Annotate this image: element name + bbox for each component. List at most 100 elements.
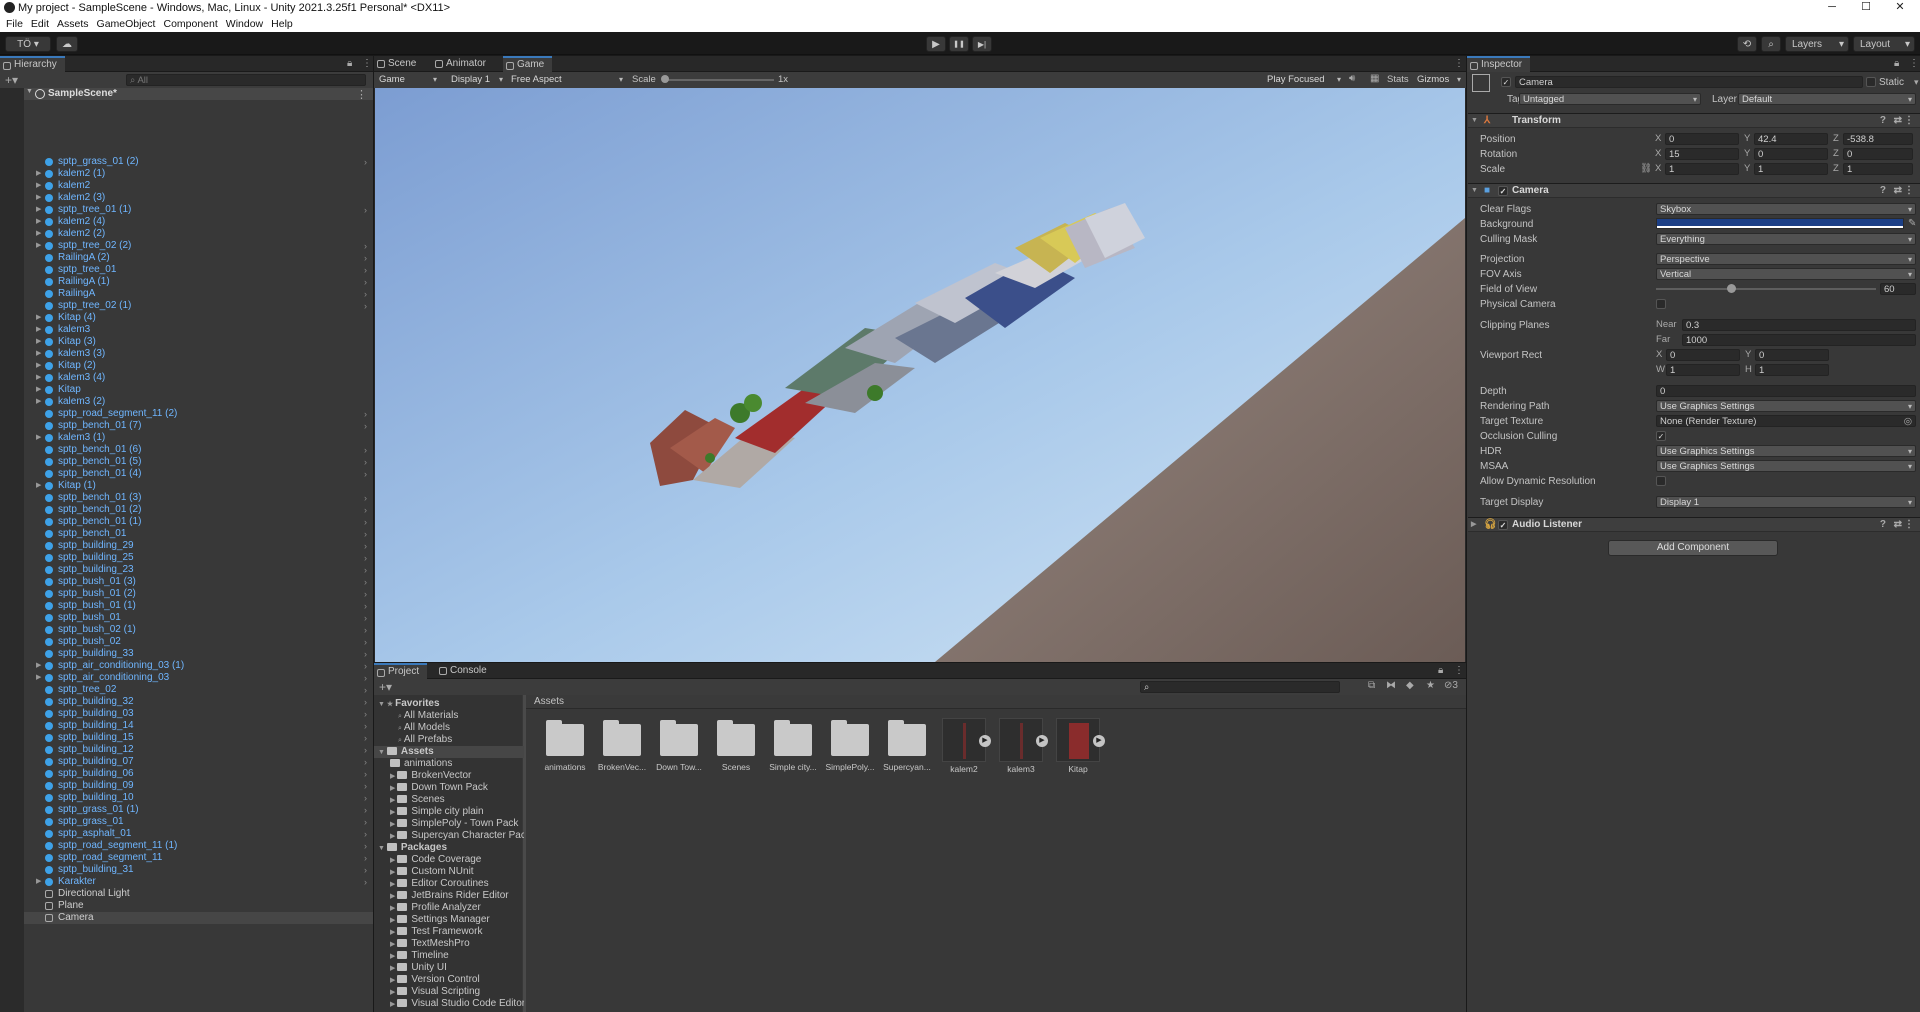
- hierarchy-item[interactable]: ▶ Kitap (2): [24, 360, 373, 372]
- favorite-item[interactable]: ⌕ All Prefabs: [398, 734, 524, 746]
- hierarchy-item[interactable]: sptp_building_31 ›: [24, 864, 373, 876]
- chevron-right-icon[interactable]: ›: [364, 696, 367, 708]
- package-folder[interactable]: ▶ TextMeshPro: [390, 938, 524, 950]
- package-folder[interactable]: ▶ Test Framework: [390, 926, 524, 938]
- search-icon[interactable]: ⌕: [1761, 36, 1781, 52]
- chevron-right-icon[interactable]: ›: [364, 408, 367, 420]
- chevron-right-icon[interactable]: ›: [364, 648, 367, 660]
- hierarchy-item[interactable]: ▶ kalem2: [24, 180, 373, 192]
- chevron-right-icon[interactable]: ›: [364, 744, 367, 756]
- layout-dropdown[interactable]: Layout ▾: [1853, 36, 1915, 52]
- asset-folder-item[interactable]: BrokenVec...: [595, 720, 649, 772]
- expand-arrow-icon[interactable]: ▶: [390, 941, 397, 948]
- hierarchy-item[interactable]: RailingA (2) ›: [24, 252, 373, 264]
- expand-arrow-icon[interactable]: ▶: [390, 905, 397, 912]
- help-icon[interactable]: ?: [1880, 114, 1886, 128]
- tab-game[interactable]: Game: [503, 56, 553, 72]
- hierarchy-item[interactable]: ▶ Kitap: [24, 384, 373, 396]
- preset-icon[interactable]: ⇄: [1894, 114, 1902, 128]
- position-x-input[interactable]: 0: [1665, 133, 1739, 145]
- expand-arrow-icon[interactable]: ▶: [36, 216, 41, 228]
- expand-arrow-icon[interactable]: ▶: [36, 660, 41, 672]
- hierarchy-item[interactable]: sptp_building_25 ›: [24, 552, 373, 564]
- chevron-right-icon[interactable]: ›: [364, 276, 367, 288]
- dynamic-resolution-checkbox[interactable]: [1656, 476, 1666, 486]
- package-folder[interactable]: ▶ Profile Analyzer: [390, 902, 524, 914]
- hierarchy-item[interactable]: sptp_road_segment_11 (2) ›: [24, 408, 373, 420]
- expand-arrow-icon[interactable]: ▶: [36, 324, 41, 336]
- package-folder[interactable]: ▶ JetBrains Rider Editor: [390, 890, 524, 902]
- asset-prefab-item[interactable]: ▶ kalem3: [994, 718, 1048, 774]
- rendering-path-dropdown[interactable]: Use Graphics Settings: [1656, 400, 1916, 412]
- expand-arrow-icon[interactable]: ▶: [36, 480, 41, 492]
- menu-component[interactable]: Component: [163, 18, 217, 30]
- asset-folder[interactable]: ▶ Simple city plain: [390, 806, 524, 818]
- hierarchy-item[interactable]: sptp_building_09 ›: [24, 780, 373, 792]
- expand-arrow-icon[interactable]: ▶: [390, 965, 397, 972]
- hierarchy-item[interactable]: sptp_bush_01 ›: [24, 612, 373, 624]
- expand-arrow-icon[interactable]: ▶: [36, 360, 41, 372]
- chevron-right-icon[interactable]: ›: [364, 504, 367, 516]
- play-button[interactable]: ▶: [926, 36, 946, 52]
- chevron-right-icon[interactable]: ›: [364, 540, 367, 552]
- play-focused-dropdown[interactable]: Play Focused: [1264, 74, 1344, 86]
- projection-dropdown[interactable]: Perspective: [1656, 253, 1916, 265]
- add-object-button[interactable]: +▾: [5, 73, 18, 87]
- hierarchy-item[interactable]: ▶ kalem2 (4): [24, 216, 373, 228]
- chevron-right-icon[interactable]: ›: [364, 684, 367, 696]
- audio-listener-header[interactable]: ▶ 🎧︎ ✓ Audio Listener ? ⇄ ⋮: [1468, 517, 1920, 532]
- axis-y-label[interactable]: Y: [1744, 148, 1750, 160]
- position-z-input[interactable]: -538.8: [1843, 133, 1913, 145]
- expand-arrow-icon[interactable]: ▶: [36, 168, 41, 180]
- expand-arrow-icon[interactable]: ▶: [36, 396, 41, 408]
- hierarchy-item[interactable]: sptp_building_07 ›: [24, 756, 373, 768]
- assets-root[interactable]: ▼ Assets: [374, 746, 524, 758]
- expand-arrow-icon[interactable]: ▶: [36, 384, 41, 396]
- scale-slider-handle[interactable]: [661, 75, 669, 83]
- hierarchy-item[interactable]: sptp_bush_01 (3) ›: [24, 576, 373, 588]
- step-button[interactable]: ▶|: [972, 36, 992, 52]
- hierarchy-item[interactable]: ▶ sptp_air_conditioning_03 (1) ›: [24, 660, 373, 672]
- hierarchy-item[interactable]: sptp_grass_01 (1) ›: [24, 804, 373, 816]
- hierarchy-item[interactable]: sptp_building_03 ›: [24, 708, 373, 720]
- hierarchy-item[interactable]: sptp_bench_01 (4) ›: [24, 468, 373, 480]
- transform-header[interactable]: ▼ ⅄ Transform ? ⇄ ⋮: [1468, 113, 1920, 128]
- expand-arrow-icon[interactable]: ▼: [26, 88, 33, 95]
- tab-console[interactable]: Console: [436, 663, 495, 679]
- play-icon[interactable]: ▶: [1093, 735, 1105, 747]
- expand-arrow-icon[interactable]: ▶: [36, 228, 41, 240]
- msaa-dropdown[interactable]: Use Graphics Settings: [1656, 460, 1916, 472]
- chevron-right-icon[interactable]: ›: [364, 600, 367, 612]
- expand-arrow-icon[interactable]: ▶: [36, 312, 41, 324]
- asset-folder[interactable]: ▶ Scenes: [390, 794, 524, 806]
- scale-z-input[interactable]: 1: [1843, 163, 1913, 175]
- rotation-z-input[interactable]: 0: [1843, 148, 1913, 160]
- asset-folder-item[interactable]: Down Tow...: [652, 720, 706, 772]
- layer-dropdown[interactable]: Default: [1738, 93, 1916, 105]
- hierarchy-item[interactable]: sptp_grass_01 (2) ›: [24, 156, 373, 168]
- expand-arrow-icon[interactable]: ▼: [378, 749, 387, 756]
- asset-folder-item[interactable]: animations: [538, 720, 592, 772]
- package-folder[interactable]: ▶ Settings Manager: [390, 914, 524, 926]
- chevron-right-icon[interactable]: ›: [364, 156, 367, 168]
- hidden-packages-icon[interactable]: ⊘3: [1444, 680, 1458, 691]
- scale-slider[interactable]: [664, 79, 774, 81]
- asset-folder-item[interactable]: Scenes: [709, 720, 763, 772]
- chevron-right-icon[interactable]: ›: [364, 492, 367, 504]
- expand-arrow-icon[interactable]: ▼ ★: [378, 701, 395, 708]
- hierarchy-item[interactable]: sptp_building_14 ›: [24, 720, 373, 732]
- chevron-right-icon[interactable]: ›: [364, 564, 367, 576]
- packages-root[interactable]: ▼ Packages: [378, 842, 524, 854]
- expand-arrow-icon[interactable]: ▶: [36, 180, 41, 192]
- expand-arrow-icon[interactable]: ▶: [36, 240, 41, 252]
- hierarchy-item[interactable]: ▶ kalem3 (2): [24, 396, 373, 408]
- preset-icon[interactable]: ⇄: [1894, 518, 1902, 532]
- chevron-right-icon[interactable]: ›: [364, 852, 367, 864]
- expand-arrow-icon[interactable]: ▶: [36, 204, 41, 216]
- chevron-right-icon[interactable]: ›: [364, 672, 367, 684]
- stats-button[interactable]: Stats: [1387, 74, 1409, 85]
- occlusion-culling-checkbox[interactable]: ✓: [1656, 431, 1666, 441]
- hierarchy-item[interactable]: ▶ kalem2 (1): [24, 168, 373, 180]
- close-button[interactable]: ✕: [1880, 0, 1920, 16]
- chevron-right-icon[interactable]: ›: [364, 816, 367, 828]
